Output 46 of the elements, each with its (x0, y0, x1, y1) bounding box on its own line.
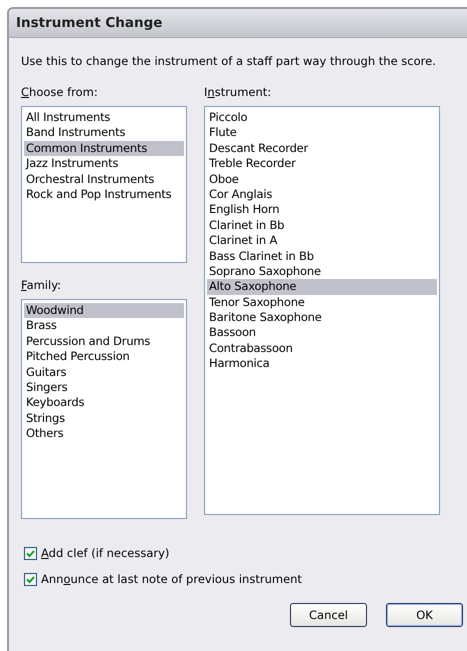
list-item[interactable]: Oboe (207, 172, 437, 187)
family-list[interactable]: Woodwind Brass Percussion and Drums Pitched Percussion Guitars Singers Keyboards Strings Others (21, 299, 187, 519)
list-item[interactable]: Clarinet in Bb (207, 218, 437, 234)
instrument-list[interactable] (204, 106, 440, 515)
list-label: Choose from: (21, 85, 99, 99)
list-item[interactable]: Clarinet in A (207, 233, 437, 249)
list-item[interactable]: Alto Saxophone (207, 279, 437, 295)
list-item[interactable]: English Horn (207, 202, 437, 218)
list-item[interactable]: Pitched Percussion (24, 349, 184, 365)
list-label: Family: (21, 278, 62, 292)
list-item[interactable]: Percussion and Drums (24, 334, 184, 350)
list-item[interactable]: Treble Recorder (207, 156, 437, 172)
list-item[interactable]: Singers (24, 380, 184, 396)
list-item[interactable]: Common Instruments (24, 140, 184, 156)
list-item[interactable]: Soprano Saxophone (207, 264, 437, 280)
checkbox-label: Announce at last note of previous instrument (41, 572, 302, 586)
list-item[interactable]: Rock and Pop Instruments (24, 186, 184, 202)
list-item[interactable]: All Instruments (24, 110, 184, 126)
list-item[interactable]: Bass Clarinet in Bb (207, 248, 437, 264)
list-item[interactable]: Flute (207, 125, 437, 141)
checkbox-label: Add clef (if necessary) (41, 546, 170, 560)
list-item[interactable]: Orchestral Instruments (24, 172, 184, 187)
dialog-button[interactable]: Cancel (290, 603, 367, 627)
list-item[interactable]: Others (24, 426, 184, 442)
dialog-button[interactable]: OK (386, 603, 463, 627)
description-text: Use this to change the instrument of a staff part way through the score. (21, 54, 437, 68)
list-item[interactable]: Jazz Instruments (24, 156, 184, 172)
list-label: Instrument: (204, 85, 272, 99)
list-item[interactable]: Harmonica (207, 356, 437, 372)
list-item[interactable]: Band Instruments (24, 125, 184, 141)
list-item[interactable]: Guitars (24, 364, 184, 380)
list-item[interactable]: Contrabassoon (207, 340, 437, 356)
list-item[interactable]: Descant Recorder (207, 140, 437, 156)
list-item[interactable]: Tenor Saxophone (207, 294, 437, 310)
list-item[interactable]: Strings (24, 410, 184, 426)
list-item[interactable]: Piccolo (207, 110, 437, 126)
list-item[interactable]: Brass (24, 318, 184, 334)
choose-from-list[interactable]: All Instruments Band Instruments Common Instruments Jazz Instruments Orchestral Instruments Rock and Pop Instruments (21, 106, 187, 263)
window-title: Instrument Change (16, 15, 162, 31)
checkbox[interactable] (24, 572, 37, 586)
list-item[interactable]: Keyboards (24, 395, 184, 411)
list-item[interactable]: Cor Anglais (207, 186, 437, 202)
checkbox[interactable] (24, 546, 37, 560)
list-item[interactable]: Woodwind (24, 303, 184, 318)
list-item[interactable]: Bassoon (207, 325, 437, 341)
list-item[interactable]: Baritone Saxophone (207, 310, 437, 326)
